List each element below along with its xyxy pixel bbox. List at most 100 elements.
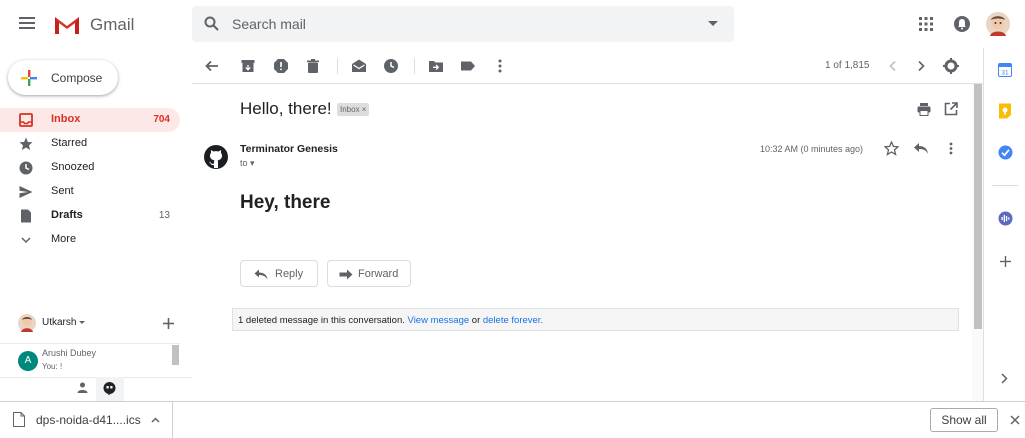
side-panel: 31 bbox=[983, 48, 1025, 401]
contact-name: Arushi Dubey bbox=[42, 348, 97, 358]
more-vert-icon[interactable] bbox=[492, 58, 508, 74]
snooze-clock-icon[interactable] bbox=[383, 58, 399, 74]
star-outline-icon[interactable] bbox=[884, 141, 899, 156]
search-options-dropdown-icon[interactable] bbox=[708, 21, 718, 27]
sidebar-item-label: Starred bbox=[51, 137, 88, 149]
delete-trash-icon[interactable] bbox=[305, 58, 321, 74]
forward-label: Forward bbox=[358, 268, 399, 280]
hangouts-contact-row[interactable]: A Arushi Dubey You: ! bbox=[0, 343, 180, 377]
download-file-name: dps-noida-d41....ics bbox=[36, 413, 141, 427]
contact-avatar: A bbox=[18, 351, 38, 371]
sidebar-item-drafts[interactable]: Drafts 13 bbox=[0, 204, 180, 228]
hangouts-user-row[interactable]: Utkarsh bbox=[0, 310, 190, 340]
recipient-details-toggle[interactable]: to ▾ bbox=[240, 158, 255, 169]
message-body: Hey, there bbox=[240, 192, 331, 213]
hangouts-user-avatar bbox=[18, 314, 36, 332]
archive-icon[interactable] bbox=[240, 58, 256, 74]
expand-panel-chevron-right-icon[interactable] bbox=[1000, 373, 1008, 384]
message-more-vert-icon[interactable] bbox=[944, 141, 958, 156]
reply-button[interactable]: Reply bbox=[240, 260, 318, 287]
view-message-link[interactable]: View message bbox=[408, 315, 470, 326]
contacts-person-icon[interactable] bbox=[77, 382, 88, 393]
download-options-chevron-up-icon[interactable] bbox=[151, 417, 160, 423]
sidebar-item-label: Drafts bbox=[51, 209, 83, 221]
search-input[interactable]: Search mail bbox=[232, 16, 306, 32]
mark-unread-icon[interactable] bbox=[351, 58, 367, 74]
or-separator: or bbox=[469, 315, 483, 326]
star-icon bbox=[19, 137, 33, 151]
report-spam-icon[interactable] bbox=[273, 58, 289, 74]
contact-list-scrollbar[interactable] bbox=[172, 345, 179, 365]
download-bar: dps-noida-d41....ics Show all bbox=[0, 401, 1025, 438]
delete-forever-link[interactable]: delete forever. bbox=[483, 315, 543, 326]
app-name: Gmail bbox=[90, 15, 135, 34]
draft-icon bbox=[19, 209, 33, 223]
deleted-notice-text: 1 deleted message in this conversation. bbox=[238, 315, 405, 326]
get-addons-plus-icon[interactable] bbox=[1000, 256, 1011, 267]
hangouts-user-name: Utkarsh bbox=[42, 317, 77, 328]
message-toolbar: 1 of 1,815 bbox=[192, 48, 983, 84]
deleted-message-notice: 1 deleted message in this conversation. … bbox=[232, 308, 959, 331]
keep-icon[interactable] bbox=[998, 103, 1012, 119]
inbox-icon bbox=[19, 113, 33, 127]
inbox-label-chip[interactable]: Inbox × bbox=[337, 103, 370, 116]
status-dropdown-icon[interactable] bbox=[79, 321, 85, 325]
toolbar-divider bbox=[337, 58, 338, 74]
sidebar-item-label: Snoozed bbox=[51, 161, 95, 173]
unread-count: 704 bbox=[153, 114, 170, 125]
settings-gear-icon[interactable] bbox=[943, 58, 959, 74]
clock-icon bbox=[19, 161, 33, 175]
gmail-logo-icon[interactable] bbox=[53, 14, 81, 35]
forward-button[interactable]: Forward bbox=[327, 260, 411, 287]
label-tag-icon[interactable] bbox=[460, 58, 476, 74]
drafts-count: 13 bbox=[158, 210, 170, 221]
add-chat-plus-icon[interactable] bbox=[163, 318, 174, 329]
message-timestamp: 10:32 AM (0 minutes ago) bbox=[760, 144, 864, 154]
contact-snippet: You: ! bbox=[42, 362, 63, 371]
file-document-icon bbox=[13, 412, 25, 427]
compose-plus-icon bbox=[21, 70, 37, 86]
sidebar-item-sent[interactable]: Sent bbox=[0, 180, 180, 204]
compose-label: Compose bbox=[51, 71, 103, 85]
sender-name[interactable]: Terminator Genesis bbox=[240, 143, 338, 155]
download-item[interactable]: dps-noida-d41....ics bbox=[0, 402, 173, 438]
open-in-new-window-icon[interactable] bbox=[944, 102, 958, 116]
newer-chevron-left-icon[interactable] bbox=[885, 58, 901, 74]
show-all-downloads-button[interactable]: Show all bbox=[930, 408, 998, 432]
back-arrow-icon[interactable] bbox=[204, 58, 220, 74]
search-bar[interactable]: Search mail bbox=[192, 6, 734, 42]
apps-grid-icon[interactable] bbox=[919, 17, 933, 31]
search-icon[interactable] bbox=[204, 16, 219, 31]
addon-waveform-icon[interactable] bbox=[998, 211, 1013, 226]
tasks-icon[interactable] bbox=[998, 145, 1013, 160]
print-icon[interactable] bbox=[917, 102, 931, 116]
sidebar-item-more[interactable]: More bbox=[0, 228, 180, 252]
sidebar-item-label: Inbox bbox=[51, 113, 81, 125]
reply-label: Reply bbox=[275, 268, 304, 280]
account-avatar[interactable] bbox=[986, 12, 1010, 36]
main-scrollbar-thumb[interactable] bbox=[974, 84, 982, 329]
sidebar-item-snoozed[interactable]: Snoozed bbox=[0, 156, 180, 180]
older-chevron-right-icon[interactable] bbox=[913, 58, 929, 74]
reply-arrow-icon[interactable] bbox=[913, 142, 929, 155]
top-header: Gmail Search mail bbox=[0, 0, 1025, 48]
reply-icon bbox=[254, 269, 268, 280]
calendar-icon[interactable]: 31 bbox=[998, 63, 1012, 77]
send-icon bbox=[19, 185, 33, 199]
message-subject: Hello, there! bbox=[240, 99, 332, 118]
side-panel-divider bbox=[992, 185, 1018, 186]
sidebar-item-inbox[interactable]: Inbox 704 bbox=[0, 108, 180, 132]
sender-github-avatar-icon[interactable] bbox=[203, 144, 229, 170]
sidebar-item-label: Sent bbox=[51, 185, 74, 197]
notifications-bell-icon[interactable] bbox=[953, 15, 971, 33]
chevron-down-icon bbox=[19, 233, 33, 247]
toolbar-divider bbox=[414, 58, 415, 74]
main-menu-icon[interactable] bbox=[19, 16, 35, 30]
close-download-bar-icon[interactable] bbox=[1010, 415, 1020, 425]
sidebar-item-starred[interactable]: Starred bbox=[0, 132, 180, 156]
move-to-folder-icon[interactable] bbox=[428, 58, 444, 74]
compose-button[interactable]: Compose bbox=[8, 60, 118, 95]
hangouts-quote-icon[interactable] bbox=[103, 382, 116, 395]
pagination-count: 1 of 1,815 bbox=[825, 60, 870, 71]
sidebar-item-label: More bbox=[51, 233, 77, 245]
